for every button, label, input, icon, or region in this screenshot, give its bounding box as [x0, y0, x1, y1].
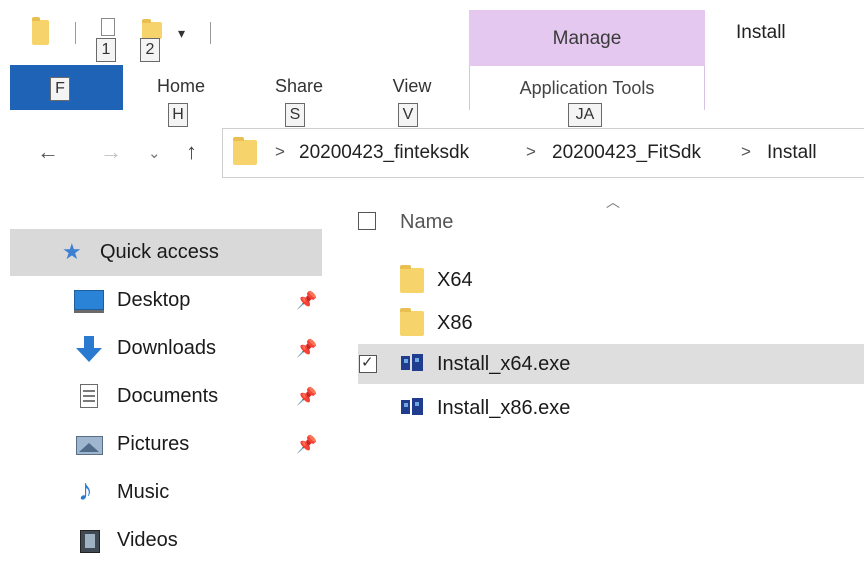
file-name: Install_x64.exe — [437, 353, 571, 375]
sidebar-item-label: Videos — [117, 529, 178, 551]
pin-icon[interactable]: 📌 — [296, 291, 317, 311]
qat-separator — [75, 22, 76, 44]
pictures-icon — [74, 432, 104, 458]
address-folder-icon — [233, 137, 257, 165]
manage-context-group: Manage — [469, 10, 705, 66]
installer-exe-icon — [401, 354, 423, 374]
sidebar-item-label: Music — [117, 481, 170, 503]
breadcrumb-separator[interactable]: > — [526, 142, 536, 162]
up-arrow-icon[interactable]: ↑ — [186, 141, 197, 163]
file-name: Install_x86.exe — [437, 397, 571, 419]
sidebar-item-quick-access[interactable]: ★ Quick access — [10, 229, 322, 276]
tab-home-label: Home — [156, 76, 205, 96]
select-all-checkbox[interactable] — [358, 212, 376, 230]
pin-icon[interactable]: 📌 — [296, 339, 317, 359]
forward-arrow-icon[interactable]: → — [100, 141, 122, 163]
sort-ascending-icon: ︿ — [606, 194, 620, 210]
breadcrumb-install[interactable]: Install — [767, 142, 817, 164]
sidebar-item-label: Pictures — [117, 433, 190, 455]
documents-icon — [74, 384, 104, 410]
pin-icon[interactable]: 📌 — [296, 387, 317, 407]
sidebar-item-videos[interactable]: Videos — [74, 521, 324, 561]
file-row-x86[interactable]: X86 — [358, 303, 864, 343]
file-name: X86 — [437, 312, 473, 334]
checkmark-icon: ✓ — [361, 354, 374, 371]
file-row-x64[interactable]: X64 — [358, 260, 864, 300]
sidebar-item-desktop[interactable]: Desktop 📌 — [74, 281, 324, 321]
sidebar-item-label: Documents — [117, 385, 219, 407]
quick-access-star-icon: ★ — [62, 239, 82, 264]
installer-exe-icon — [401, 398, 423, 418]
folder-icon — [400, 308, 424, 336]
keytip-2: 2 — [140, 38, 160, 62]
breadcrumb-separator[interactable]: > — [741, 142, 751, 162]
qat-customize-dropdown[interactable]: ▾ — [178, 26, 185, 40]
file-name: X64 — [437, 269, 473, 291]
window-title: Install — [736, 22, 786, 43]
sidebar-item-label: Downloads — [117, 337, 216, 359]
sidebar-item-pictures[interactable]: Pictures 📌 — [74, 425, 324, 465]
column-header-name[interactable]: Name — [400, 211, 453, 234]
sidebar-item-downloads[interactable]: Downloads 📌 — [74, 329, 324, 369]
manage-label: Manage — [552, 28, 622, 49]
properties-icon[interactable] — [101, 18, 115, 36]
tab-view[interactable]: View — [382, 76, 442, 97]
folder-icon[interactable] — [32, 17, 49, 45]
recent-locations-chevron-icon[interactable]: ⌄ — [148, 143, 161, 165]
keytip-view: V — [398, 103, 418, 127]
tab-application-tools-label: Application Tools — [519, 78, 655, 98]
videos-icon — [74, 528, 104, 554]
pin-icon[interactable]: 📌 — [296, 435, 317, 455]
tab-home[interactable]: Home — [148, 76, 214, 97]
qat-separator — [210, 22, 211, 44]
quick-access-toolbar: 1 2 ▾ — [0, 0, 460, 62]
tab-share-label: Share — [274, 76, 324, 96]
address-bar[interactable]: > 20200423_finteksdk > 20200423_FitSdk >… — [222, 128, 864, 178]
tab-share[interactable]: Share — [266, 76, 332, 97]
downloads-icon — [74, 336, 104, 362]
keytip-application-tools: JA — [568, 103, 602, 127]
keytip-home: H — [168, 103, 188, 127]
music-icon: ♪ — [78, 474, 93, 507]
tab-view-label: View — [392, 76, 432, 96]
back-arrow-icon[interactable]: ← — [37, 141, 59, 163]
quick-access-label: Quick access — [100, 241, 219, 263]
sidebar-item-label: Desktop — [117, 289, 191, 311]
breadcrumb-fitsdk[interactable]: 20200423_FitSdk — [552, 142, 701, 164]
file-row-install-x64[interactable]: ✓ Install_x64.exe — [358, 344, 864, 384]
folder-icon — [400, 265, 424, 293]
keytip-file: F — [50, 77, 70, 101]
file-tab[interactable]: F — [10, 65, 123, 110]
breadcrumb-separator: > — [275, 142, 285, 161]
keytip-1: 1 — [96, 38, 116, 62]
file-row-install-x86[interactable]: Install_x86.exe — [358, 388, 864, 428]
desktop-icon — [74, 288, 104, 314]
sidebar-item-documents[interactable]: Documents 📌 — [74, 377, 324, 417]
row-checkbox-checked[interactable]: ✓ — [359, 354, 377, 373]
sidebar-item-music[interactable]: ♪ Music — [74, 473, 324, 513]
keytip-share: S — [285, 103, 305, 127]
breadcrumb-finteksdk[interactable]: 20200423_finteksdk — [299, 142, 469, 164]
new-folder-icon[interactable] — [142, 19, 162, 39]
